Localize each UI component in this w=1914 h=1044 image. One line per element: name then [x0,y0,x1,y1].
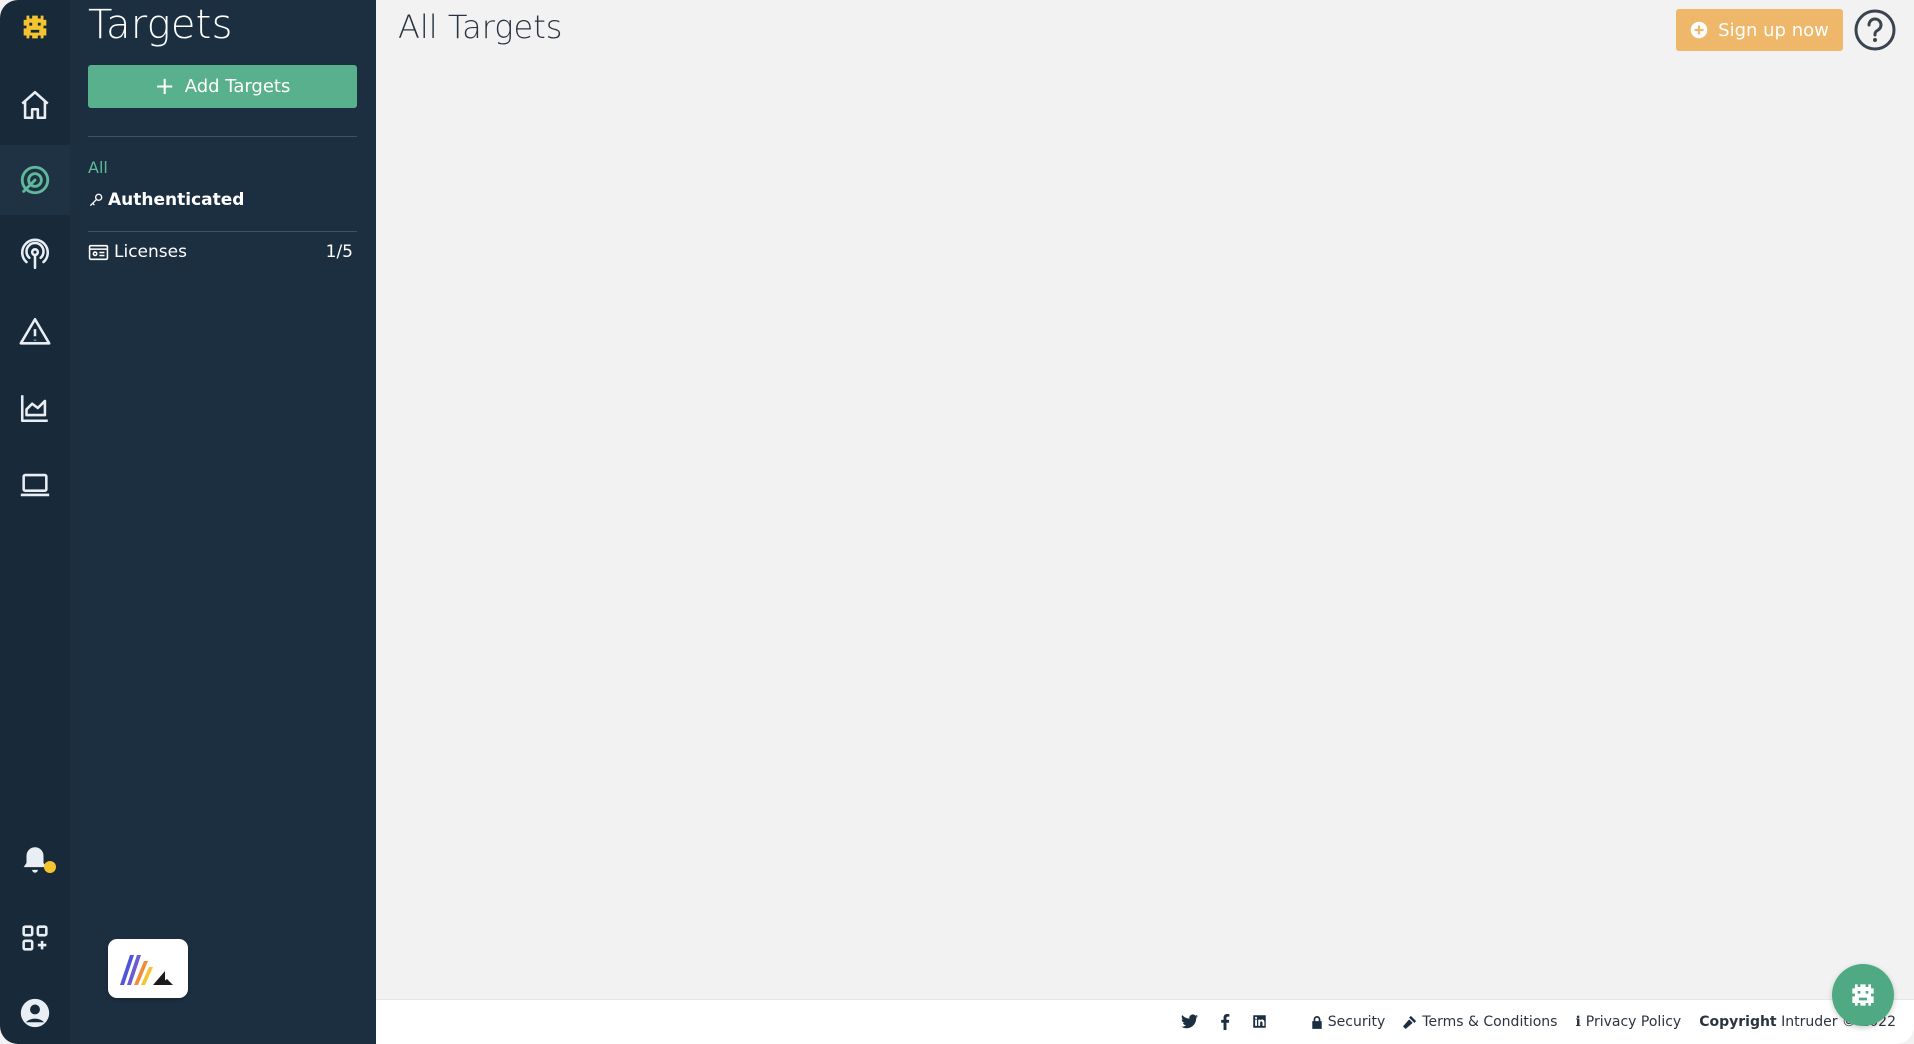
filter-authenticated[interactable]: Authenticated [88,190,244,210]
page-title: All Targets [398,8,563,46]
plus-circle-icon [1690,21,1708,39]
filter-authenticated-label: Authenticated [108,190,245,210]
security-label: Security [1327,1014,1386,1030]
laptop-icon[interactable] [0,450,70,520]
footer: Security Terms & Conditions i Privacy Po… [376,999,1914,1044]
plus-icon: + [154,71,175,100]
divider [88,136,357,137]
license-card-icon [88,244,109,260]
lock-icon [1312,1016,1322,1029]
integrations-grid-icon[interactable] [0,903,70,973]
twitter-icon[interactable] [1180,1014,1198,1030]
licenses-count: 1/5 [325,242,353,262]
issues-warning-icon[interactable] [0,297,70,367]
security-link[interactable]: Security [1311,1014,1386,1030]
terms-link[interactable]: Terms & Conditions [1403,1014,1557,1030]
icon-rail [0,0,70,1044]
facebook-icon[interactable] [1220,1014,1230,1030]
licenses-label: Licenses [114,242,187,262]
copyright-bold: Copyright [1699,1014,1777,1030]
key-icon [90,193,103,206]
intruder-logo-icon[interactable] [0,0,70,62]
chat-support-button[interactable] [1832,964,1894,1026]
info-icon: i [1575,1014,1581,1030]
notification-dot [44,861,56,873]
help-question-icon[interactable] [1853,8,1897,52]
privacy-link[interactable]: i Privacy Policy [1575,1014,1681,1030]
social-links [1180,1014,1267,1030]
filter-all[interactable]: All [88,158,108,177]
add-targets-button[interactable]: + Add Targets [88,65,357,108]
linkedin-icon[interactable] [1252,1014,1267,1030]
add-targets-label: Add Targets [184,76,291,97]
sign-up-label: Sign up now [1718,19,1829,41]
footer-links: Security Terms & Conditions i Privacy Po… [1180,1014,1896,1030]
reports-chart-icon[interactable] [0,373,70,443]
targets-sidebar: Targets + Add Targets All Authenticated … [70,0,376,1044]
targets-icon[interactable] [0,145,70,215]
terms-label: Terms & Conditions [1422,1014,1558,1030]
home-icon[interactable] [0,70,70,140]
app-launcher-tile[interactable] [108,939,188,998]
scans-icon[interactable] [0,220,70,290]
app-logo-icon [120,954,173,985]
divider [88,231,357,232]
app-window: Targets + Add Targets All Authenticated … [0,0,1914,1044]
privacy-label: Privacy Policy [1585,1014,1682,1030]
licenses-item[interactable]: Licenses 1/5 [88,242,353,262]
gavel-icon [1403,1015,1417,1029]
account-avatar-icon[interactable] [0,978,70,1044]
chat-robot-icon [1852,984,1874,1006]
sign-up-button[interactable]: Sign up now [1676,9,1843,51]
notifications-bell-icon[interactable] [0,825,70,895]
sidebar-title: Targets [88,2,233,48]
